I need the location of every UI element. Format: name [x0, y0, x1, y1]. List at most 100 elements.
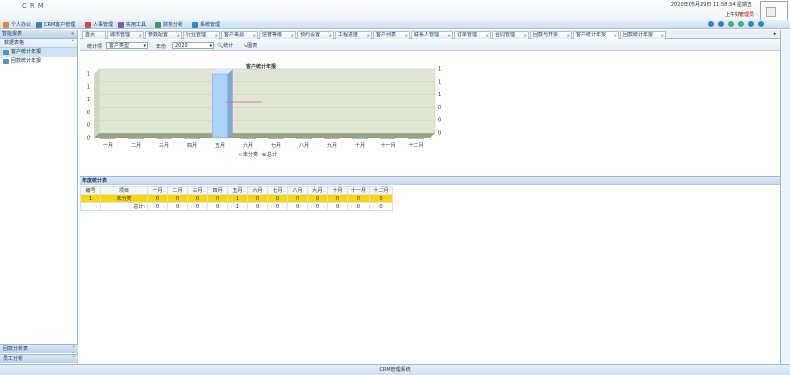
chevron-down-icon: ▾ [209, 43, 212, 49]
menu-personal-office[interactable]: 个人办公 [3, 21, 31, 28]
tab-label: 预约设置 [300, 32, 321, 38]
x-tick-label: 二月 [131, 143, 141, 149]
plot-side-wall [94, 69, 99, 138]
x-tick-label: 九月 [327, 142, 337, 149]
close-icon[interactable]: × [448, 32, 451, 39]
user-name[interactable]: 管理员 [739, 11, 754, 18]
tab-payment-report[interactable]: 回款统计年报 × [620, 31, 666, 39]
sidebar-subsection-title: 数据表格 [4, 40, 25, 46]
tab-progress[interactable]: 工程进度 × [335, 31, 372, 39]
close-icon[interactable]: × [405, 32, 408, 39]
table-cell: 0 [369, 194, 393, 203]
bar [296, 137, 312, 139]
y-tick-label: 0 [87, 110, 90, 116]
table-cell: 0 [187, 194, 208, 203]
sidebar-item-customer-report[interactable]: 客户统计年报 [0, 48, 77, 57]
tab-payments[interactable]: 回款与开票 × [530, 31, 572, 39]
chevron-down-icon: ˅ [72, 356, 76, 362]
close-icon[interactable]: × [177, 32, 180, 39]
bell-icon[interactable] [708, 21, 714, 27]
table-header-row: 编号 项目 一月 二月 三月 四月 五月 六月 七月 八月 九月 十月 十一月 … [80, 186, 393, 195]
col-month: 六月 [247, 186, 268, 195]
table-cell: 0 [347, 194, 370, 203]
tab-label: 回款统计年报 [623, 32, 654, 38]
table-cell: 0 [347, 202, 370, 211]
table-cell: 1 [80, 194, 101, 203]
y-tick-label-right: 0 [438, 131, 441, 137]
close-icon[interactable]: × [329, 32, 332, 39]
tab-scroll-right-icon[interactable]: ▸ [770, 30, 780, 39]
tab-customer-list[interactable]: 客户列表 × [373, 31, 410, 39]
col-month: 九月 [307, 186, 328, 195]
tab-contacts[interactable]: 联系人管理 × [411, 31, 453, 39]
sidebar-subsection-header[interactable]: 数据表格 ˄ [0, 39, 77, 48]
sidebar-item-employee-analysis[interactable]: 员工分析 ˅ [0, 354, 78, 363]
tab-industry[interactable]: 行业管理 × [183, 31, 220, 39]
chevron-up-icon[interactable]: ˄ [72, 39, 75, 48]
col-month: 十二月 [369, 186, 393, 195]
chevron-left-icon[interactable]: « [71, 30, 74, 39]
y-tick-label-right: 1 [438, 67, 441, 73]
type-select[interactable]: 客户类型 ▾ [106, 42, 148, 49]
close-icon[interactable]: × [614, 32, 617, 39]
tab-label: 城市管理 [110, 32, 131, 38]
close-icon[interactable]: × [367, 32, 370, 39]
close-icon[interactable]: × [524, 32, 527, 39]
tab-label: 订单管理 [457, 32, 478, 38]
tab-params[interactable]: 参数配置 × [145, 31, 182, 39]
close-icon[interactable]: × [139, 32, 142, 39]
sidebar-item-payment-analysis[interactable]: 回款分析表 ˅ [0, 344, 78, 353]
tab-label: 客户来源 [224, 32, 245, 38]
close-icon[interactable]: × [253, 32, 256, 39]
sidebar-section-header[interactable]: 智能报表 « [0, 30, 77, 39]
menu-crm[interactable]: CRM客户管理 [36, 21, 75, 28]
home-icon[interactable] [728, 21, 734, 27]
legend-marker [262, 152, 266, 157]
report-icon [3, 59, 9, 64]
close-icon[interactable]: × [567, 32, 570, 39]
sidebar-item-label: 回款分析表 [3, 346, 29, 352]
chevron-down-icon: ▾ [143, 43, 146, 49]
tab-source[interactable]: 客户来源 × [221, 31, 258, 39]
menu-hr[interactable]: 人事管理 [85, 21, 113, 28]
close-icon[interactable]: × [291, 32, 294, 39]
refresh-icon[interactable] [738, 21, 744, 27]
stat-button[interactable]: 🔍统计 [217, 42, 233, 49]
logout-icon[interactable] [758, 21, 764, 27]
tab-home[interactable]: 首页 [82, 31, 106, 39]
table-cell: 0 [287, 194, 308, 203]
close-icon[interactable]: × [486, 32, 489, 39]
table-cell: 0 [267, 202, 288, 211]
help-icon[interactable] [748, 21, 754, 27]
sidebar: 智能报表 « 数据表格 ˄ 客户统计年报 回款统计年报 回款分析表 ˅ 员工分析… [0, 30, 78, 364]
table-cell: 总计: [100, 202, 148, 211]
menu-tools[interactable]: 实用工具 [118, 21, 146, 28]
chart-button-label: 图表 [247, 43, 258, 49]
menu-label: 人事管理 [93, 22, 114, 28]
bar [212, 73, 228, 139]
chart-button[interactable]: ↘图表 [243, 42, 257, 49]
menu-finance[interactable]: 财务分析 [155, 21, 183, 28]
table-row[interactable]: 1 未分类 0 0 0 0 1 0 0 0 0 0 0 0 [80, 194, 393, 203]
tab-credit[interactable]: 信誉等级 × [259, 31, 296, 39]
type-select-value: 客户类型 [109, 43, 130, 49]
close-icon[interactable]: × [215, 32, 218, 39]
filter-bar: 统计项 客户类型 ▾ 年份 2020 ▾ 🔍统计 ↘图表 [80, 40, 780, 51]
table-cell: 0 [207, 202, 228, 211]
table-cell: 0 [147, 202, 168, 211]
year-select[interactable]: 2020 ▾ [172, 42, 214, 49]
close-icon[interactable]: × [661, 32, 664, 39]
x-tick-label: 七月 [271, 142, 281, 149]
tab-orders[interactable]: 订单管理 × [454, 31, 491, 39]
bar [240, 137, 256, 139]
tab-appointment[interactable]: 预约设置 × [297, 31, 334, 39]
tab-contracts[interactable]: 合同管理 × [492, 31, 529, 39]
mail-icon[interactable] [718, 21, 724, 27]
x-tick-label: 四月 [187, 143, 197, 149]
tab-city[interactable]: 城市管理 × [107, 31, 144, 39]
menu-system[interactable]: 系统管理 [192, 21, 220, 28]
tab-customer-report[interactable]: 客户统计年报 × [573, 31, 619, 39]
type-label: 统计项 [87, 44, 103, 50]
sidebar-item-payment-report[interactable]: 回款统计年报 [0, 57, 77, 66]
table-cell: 0 [307, 202, 328, 211]
